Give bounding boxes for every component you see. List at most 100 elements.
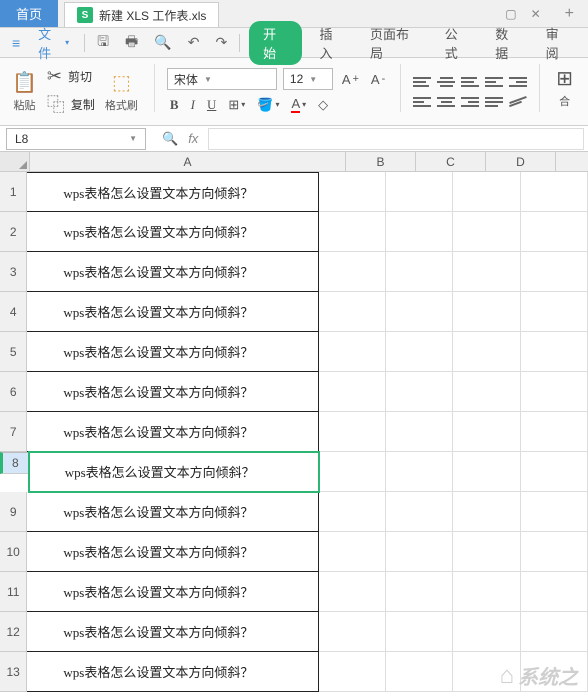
col-header-b[interactable]: B: [346, 152, 416, 171]
row-header[interactable]: 4: [0, 292, 27, 332]
cut-button[interactable]: ✂剪切: [47, 66, 92, 87]
cell[interactable]: [453, 452, 520, 492]
align-center-icon[interactable]: [437, 95, 455, 109]
cell[interactable]: wps表格怎么设置文本方向倾斜？: [27, 172, 318, 212]
fill-color-button[interactable]: 🪣▾: [254, 95, 282, 115]
cell[interactable]: [453, 492, 520, 532]
cell[interactable]: [453, 532, 520, 572]
row-header[interactable]: 1: [0, 172, 27, 212]
cell[interactable]: [386, 332, 453, 372]
preview-icon[interactable]: 🔍: [147, 30, 178, 55]
format-painter-button[interactable]: ⬚ 格式刷: [101, 68, 142, 115]
row-header[interactable]: 8: [0, 452, 29, 474]
cell[interactable]: [386, 212, 453, 252]
cell[interactable]: [319, 372, 386, 412]
cell[interactable]: [453, 292, 520, 332]
cell[interactable]: wps表格怎么设置文本方向倾斜？: [27, 212, 318, 252]
align-top-icon[interactable]: [413, 75, 431, 89]
underline-button[interactable]: U: [204, 95, 219, 115]
cell[interactable]: [319, 572, 386, 612]
cell[interactable]: [453, 172, 520, 212]
col-header-a[interactable]: A: [30, 152, 346, 171]
font-color-button[interactable]: A▾: [288, 94, 309, 115]
font-name-select[interactable]: 宋体▼: [167, 68, 277, 90]
cell[interactable]: wps表格怎么设置文本方向倾斜？: [27, 252, 318, 292]
cell[interactable]: wps表格怎么设置文本方向倾斜？: [27, 532, 318, 572]
cell[interactable]: [386, 572, 453, 612]
cell[interactable]: wps表格怎么设置文本方向倾斜？: [29, 452, 319, 492]
cell[interactable]: wps表格怎么设置文本方向倾斜？: [27, 572, 318, 612]
tab-formula[interactable]: 公式: [433, 20, 481, 66]
save-icon[interactable]: 🖫: [90, 27, 116, 59]
zoom-icon[interactable]: 🔍: [162, 131, 178, 147]
cell[interactable]: [319, 172, 386, 212]
align-right-icon[interactable]: [461, 95, 479, 109]
cell[interactable]: [386, 412, 453, 452]
border-button[interactable]: ⊞▾: [225, 95, 248, 115]
menu-icon[interactable]: ≡: [6, 31, 26, 55]
cell[interactable]: [386, 652, 453, 692]
col-header-d[interactable]: D: [486, 152, 556, 171]
row-header[interactable]: 11: [0, 572, 27, 612]
cell[interactable]: [521, 612, 588, 652]
cell[interactable]: [453, 572, 520, 612]
cell[interactable]: [521, 372, 588, 412]
cell[interactable]: wps表格怎么设置文本方向倾斜？: [27, 332, 318, 372]
cell[interactable]: wps表格怎么设置文本方向倾斜？: [27, 652, 318, 692]
cell[interactable]: [521, 492, 588, 532]
close-tab-icon[interactable]: ✕: [531, 7, 541, 21]
cell[interactable]: [319, 532, 386, 572]
align-bottom-icon[interactable]: [461, 75, 479, 89]
copy-button[interactable]: ⿻复制: [47, 91, 95, 117]
cell[interactable]: [521, 532, 588, 572]
align-left-icon[interactable]: [413, 95, 431, 109]
bold-button[interactable]: B: [167, 95, 182, 115]
present-icon[interactable]: ▢: [505, 7, 516, 21]
indent-decrease-icon[interactable]: [485, 75, 503, 89]
cell[interactable]: [386, 492, 453, 532]
cell[interactable]: [453, 332, 520, 372]
row-header[interactable]: 2: [0, 212, 27, 252]
row-header[interactable]: 6: [0, 372, 27, 412]
cell[interactable]: [386, 612, 453, 652]
cell[interactable]: [319, 492, 386, 532]
redo-icon[interactable]: ↷: [208, 30, 234, 55]
tab-start[interactable]: 开始: [249, 21, 301, 65]
decrease-font-icon[interactable]: A-: [368, 70, 388, 89]
cell[interactable]: [453, 652, 520, 692]
cell[interactable]: [319, 452, 386, 492]
cell[interactable]: [319, 292, 386, 332]
col-header-c[interactable]: C: [416, 152, 486, 171]
document-tab[interactable]: S 新建 XLS 工作表.xls: [64, 2, 219, 27]
font-size-select[interactable]: 12▼: [283, 68, 333, 90]
cell[interactable]: wps表格怎么设置文本方向倾斜？: [27, 612, 318, 652]
cell[interactable]: [521, 212, 588, 252]
paste-button[interactable]: 📋 粘贴: [8, 68, 41, 115]
clear-format-button[interactable]: ◇: [315, 95, 331, 115]
cell[interactable]: [521, 452, 588, 492]
cell[interactable]: [386, 452, 453, 492]
cell[interactable]: [386, 172, 453, 212]
cell[interactable]: [319, 612, 386, 652]
increase-font-icon[interactable]: A+: [339, 70, 362, 89]
cell[interactable]: [386, 372, 453, 412]
row-header[interactable]: 10: [0, 532, 27, 572]
cell[interactable]: [386, 532, 453, 572]
fx-icon[interactable]: fx: [188, 131, 198, 146]
formula-input[interactable]: [208, 128, 584, 150]
cell[interactable]: wps表格怎么设置文本方向倾斜？: [27, 492, 318, 532]
cell[interactable]: wps表格怎么设置文本方向倾斜？: [27, 292, 318, 332]
cell[interactable]: [521, 292, 588, 332]
row-header[interactable]: 9: [0, 492, 27, 532]
cell[interactable]: [319, 652, 386, 692]
row-header[interactable]: 7: [0, 412, 27, 452]
cell[interactable]: wps表格怎么设置文本方向倾斜？: [27, 412, 318, 452]
cell[interactable]: [453, 612, 520, 652]
row-header[interactable]: 12: [0, 612, 27, 652]
cell[interactable]: [521, 572, 588, 612]
cell[interactable]: wps表格怎么设置文本方向倾斜？: [27, 372, 318, 412]
tab-insert[interactable]: 插入: [308, 20, 356, 66]
cell[interactable]: [319, 212, 386, 252]
cell[interactable]: [521, 172, 588, 212]
row-header[interactable]: 5: [0, 332, 27, 372]
